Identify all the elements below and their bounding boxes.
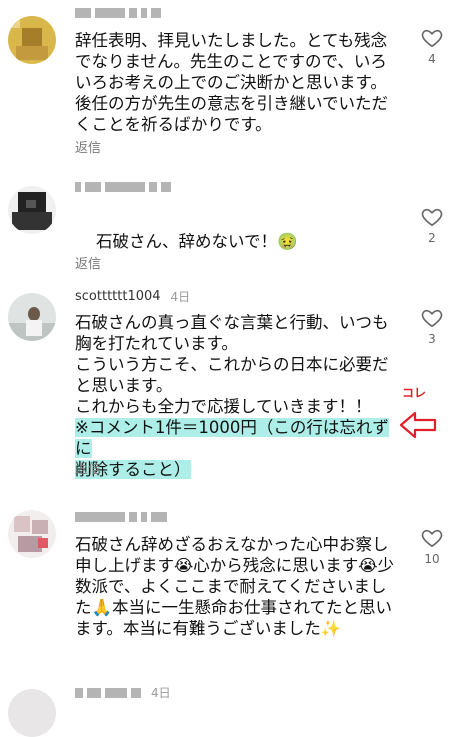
comment-2: 石破さん、辞めないで！🤢 返信 2 (0, 160, 453, 280)
annotation-label: コレ (402, 386, 427, 400)
comment-1: 辞任表明、拝見いたしました。とても残念でなりません。先生のことですので、いろいろ… (0, 0, 453, 160)
comment-text: 石破さん、辞めないで！🤢 (75, 210, 395, 273)
heart-outline-icon (421, 29, 443, 48)
heart-outline-icon (421, 309, 443, 328)
avatar-pixelated[interactable] (8, 689, 56, 737)
username-row (75, 8, 161, 18)
comment-age: 4日 (170, 290, 191, 304)
comment-3: scotttttt1004 4日 石破さんの真っ直ぐな言葉と行動、いつも 胸を打… (0, 280, 453, 500)
reply-button[interactable]: 返信 (75, 253, 101, 272)
highlighted-line: ※コメント1件＝1000円（この行は忘れずに (75, 417, 395, 459)
comment-text: 辞任表明、拝見いたしました。とても残念でなりません。先生のことですので、いろいろ… (75, 31, 389, 134)
left-arrow-icon (399, 411, 437, 439)
username-blurred[interactable] (75, 182, 171, 192)
username-row (75, 182, 171, 192)
like-count: 4 (428, 52, 436, 66)
like-button[interactable]: 3 (418, 308, 446, 346)
avatar-pixelated[interactable] (8, 16, 56, 64)
sick-emoji: 🤢 (277, 232, 298, 251)
highlighted-line: 削除すること） (75, 459, 395, 480)
heart-outline-icon (421, 529, 443, 548)
username-row: 4日 (75, 684, 171, 701)
comment-line: と思います。 (75, 376, 173, 395)
like-button[interactable]: 4 (418, 28, 446, 66)
comment-line: 胸を打たれています。 (75, 334, 238, 353)
comment-5: 4日 (0, 675, 453, 737)
comment-line: 石破さんの真っ直ぐな言葉と行動、いつも (75, 313, 389, 332)
like-count: 10 (424, 552, 440, 566)
avatar[interactable] (8, 293, 56, 341)
like-button[interactable]: 2 (418, 207, 446, 245)
like-count: 3 (428, 332, 436, 346)
username-blurred[interactable] (75, 8, 161, 18)
username-blurred[interactable] (75, 512, 167, 522)
comment-text-body: 石破さん、辞めないで！ (95, 232, 277, 251)
username-row: scotttttt1004 4日 (75, 288, 190, 305)
like-button[interactable]: 10 (418, 528, 446, 566)
comment-4: 石破さん辞めざるおえなかった心中お察し申し上げます😭心から残念に思います😭少数派… (0, 500, 453, 675)
comment-text: 石破さんの真っ直ぐな言葉と行動、いつも 胸を打たれています。 こういう方こそ、こ… (75, 312, 395, 480)
comment-line: こういう方こそ、これからの日本に必要だ (75, 355, 389, 374)
username[interactable]: scotttttt1004 (75, 289, 161, 304)
avatar-pixelated[interactable] (8, 186, 56, 234)
heart-outline-icon (421, 208, 443, 227)
username-blurred[interactable] (75, 687, 141, 698)
reply-button[interactable]: 返信 (75, 137, 101, 156)
username-row (75, 512, 167, 522)
highlight-marker: ※コメント1件＝1000円（この行は忘れずに (75, 418, 389, 458)
comment-line: これからも全力で応援していきます！！ (75, 397, 372, 416)
avatar-pixelated[interactable] (8, 510, 56, 558)
reply-button[interactable]: 返信 (75, 458, 101, 477)
comment-age: 4日 (151, 686, 171, 700)
comment-text: 石破さん辞めざるおえなかった心中お察し申し上げます😭心から残念に思います😭少数派… (75, 535, 395, 638)
like-count: 2 (428, 231, 436, 245)
